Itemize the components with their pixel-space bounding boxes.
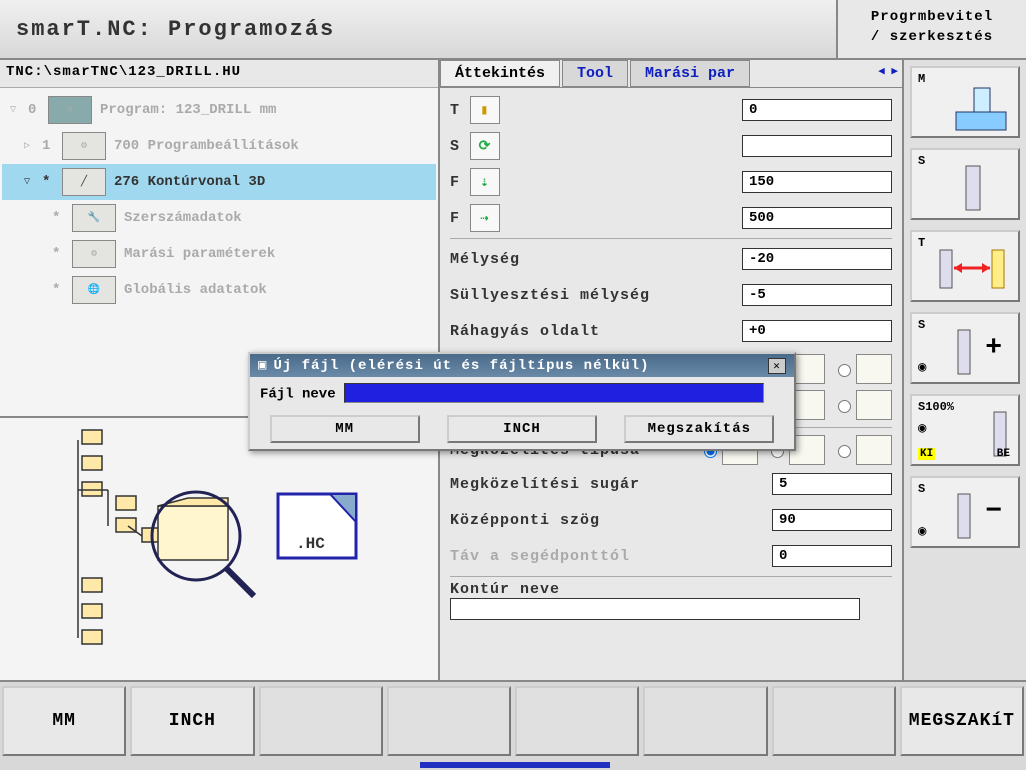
feed-side-icon: ⇢ [470, 204, 500, 232]
tree-row[interactable]: ▷ 1 ⚙ 700 Programbeállítások [2, 128, 436, 164]
mode-label: Progrmbevitel / szerkesztés [836, 0, 1026, 58]
approach-radius-input[interactable] [772, 473, 892, 495]
tree-row[interactable]: * ⚙ Marási paraméterek [2, 236, 436, 272]
tab-milling[interactable]: Marási par [630, 60, 750, 87]
side-allowance-input[interactable] [742, 320, 892, 342]
spindle-input[interactable] [742, 135, 892, 157]
contour-name-input[interactable] [450, 598, 860, 620]
milldir-opt3[interactable] [838, 364, 851, 377]
side-s-button[interactable]: S [910, 148, 1020, 220]
contour-icon: ╱ [62, 168, 106, 196]
dialog-mm-button[interactable]: MM [270, 415, 420, 443]
dialog-titlebar[interactable]: ▣ Új fájl (elérési út és fájltípus nélkü… [250, 354, 794, 377]
svg-text:.HC: .HC [296, 535, 325, 553]
feed-down-icon: ⇣ [470, 168, 500, 196]
tree-row[interactable]: ▽ 0 ≡ Program: 123_DRILL mm [2, 92, 436, 128]
feed1-input[interactable] [742, 171, 892, 193]
settings-icon: ⚙ [62, 132, 106, 160]
millmode-opt3[interactable] [838, 400, 851, 413]
tree-row[interactable]: * 🌐 Globális adatatok [2, 272, 436, 308]
globe-icon: 🌐 [72, 276, 116, 304]
mill-icon: ⚙ [72, 240, 116, 268]
dialog-inch-button[interactable]: INCH [447, 415, 597, 443]
path-bar: TNC:\smarTNC\123_DRILL.HU [0, 60, 438, 88]
program-icon: ≡ [48, 96, 92, 124]
side-t-button[interactable]: T [910, 230, 1020, 302]
filename-input[interactable] [344, 383, 764, 403]
sink-depth-input[interactable] [742, 284, 892, 306]
side-s-plus-button[interactable]: S ◉ + [910, 312, 1020, 384]
folder-illustration: .HC [0, 418, 438, 680]
softkey-bar: MM INCH MEGSZAKíT [0, 680, 1026, 760]
app-title: smarT.NC: Programozás [0, 0, 836, 58]
tree-row[interactable]: * 🔧 Szerszámadatok [2, 200, 436, 236]
tab-tool[interactable]: Tool [562, 60, 628, 87]
depth-input[interactable] [742, 248, 892, 270]
spindle-icon: ⟳ [470, 132, 500, 160]
softkey-empty [387, 686, 511, 756]
side-s-minus-button[interactable]: S ◉ − [910, 476, 1020, 548]
softkey-page-indicator [420, 762, 610, 768]
tool-icon: 🔧 [72, 204, 116, 232]
softkey-empty [515, 686, 639, 756]
approach-opt3[interactable] [838, 445, 851, 458]
tab-scroll[interactable]: ◀ ▶ [874, 60, 902, 87]
aux-distance-input[interactable] [772, 545, 892, 567]
side-s100-button[interactable]: S100% ◉ KI BE [910, 394, 1020, 466]
app-header: smarT.NC: Programozás Progrmbevitel / sz… [0, 0, 1026, 60]
softkey-cancel[interactable]: MEGSZAKíT [900, 686, 1024, 756]
center-angle-input[interactable] [772, 509, 892, 531]
softkey-empty [772, 686, 896, 756]
softkey-empty [259, 686, 383, 756]
close-icon[interactable]: ✕ [768, 358, 786, 374]
softkey-inch[interactable]: INCH [130, 686, 254, 756]
softkey-mm[interactable]: MM [2, 686, 126, 756]
dialog-cancel-button[interactable]: Megszakítás [624, 415, 774, 443]
tab-overview[interactable]: Áttekintés [440, 60, 560, 87]
vertical-softkeys: M S T S ◉ + S100% ◉ KI BE [902, 60, 1026, 680]
tool-t-icon: ▮ [470, 96, 500, 124]
new-file-dialog: ▣ Új fájl (elérési út és fájltípus nélkü… [248, 352, 796, 451]
side-m-button[interactable]: M [910, 66, 1020, 138]
softkey-empty [643, 686, 767, 756]
feed2-input[interactable] [742, 207, 892, 229]
tab-bar: Áttekintés Tool Marási par ◀ ▶ [440, 60, 902, 88]
tree-row[interactable]: ▽ * ╱ 276 Kontúrvonal 3D [2, 164, 436, 200]
tool-number-input[interactable] [742, 99, 892, 121]
